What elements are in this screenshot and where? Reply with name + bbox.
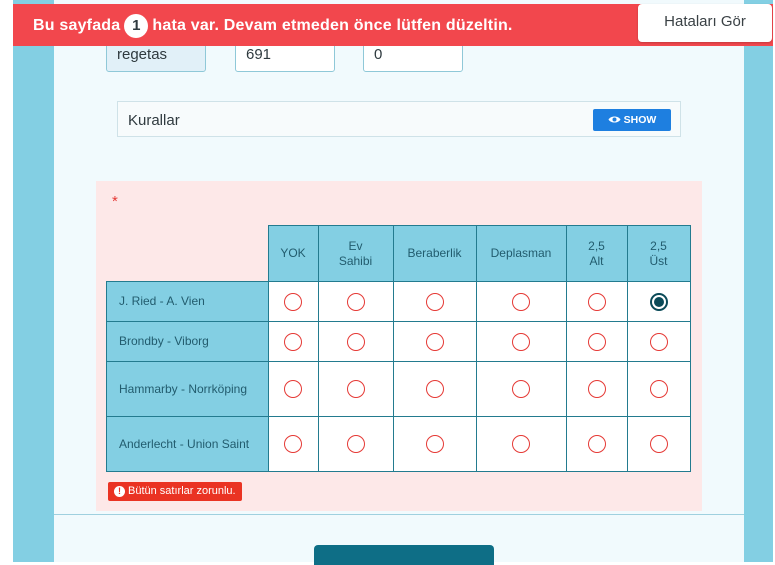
section-divider xyxy=(54,514,744,515)
error-count-badge: 1 xyxy=(124,14,149,38)
matrix-cell[interactable] xyxy=(565,416,628,472)
column-header: 2,5 Alt xyxy=(565,225,628,282)
matrix-cell[interactable] xyxy=(392,281,477,322)
matrix-cell[interactable] xyxy=(267,416,319,472)
matrix-corner xyxy=(107,226,269,282)
column-header: 2,5 Üst xyxy=(626,225,691,282)
matrix-row-label: Brondby - Viborg xyxy=(106,321,269,362)
matrix-row-label: J. Ried - A. Vien xyxy=(106,281,269,322)
column-header: Ev Sahibi xyxy=(317,225,394,282)
matrix-row-label: Hammarby - Norrköping xyxy=(106,361,269,417)
show-rules-button[interactable]: SHOW xyxy=(593,109,671,131)
radio-unchecked[interactable] xyxy=(346,292,365,311)
matrix-cell[interactable] xyxy=(626,361,691,417)
error-icon: ! xyxy=(114,486,125,497)
matrix-cell[interactable] xyxy=(565,321,628,362)
radio-unchecked[interactable] xyxy=(284,332,302,351)
matrix-row: Hammarby - Norrköping xyxy=(106,361,691,417)
matrix-cell[interactable] xyxy=(267,361,319,417)
radio-unchecked[interactable] xyxy=(512,380,530,398)
matrix-cell[interactable] xyxy=(475,281,567,322)
column-header: Beraberlik xyxy=(392,225,477,282)
matrix-cell[interactable] xyxy=(317,416,394,472)
error-banner: Bu sayfada 1 hata var. Devam etmeden önc… xyxy=(13,4,773,46)
radio-unchecked[interactable] xyxy=(587,332,606,351)
radio-unchecked[interactable] xyxy=(425,332,444,351)
matrix-cell[interactable] xyxy=(475,416,567,472)
error-banner-text-after: hata var. Devam etmeden önce lütfen düze… xyxy=(152,17,513,34)
next-button[interactable] xyxy=(314,545,494,565)
rules-label: Kurallar xyxy=(128,112,180,129)
radio-unchecked[interactable] xyxy=(425,292,444,311)
matrix-cell[interactable] xyxy=(626,321,691,362)
show-rules-label: SHOW xyxy=(623,114,657,126)
matrix-cell[interactable] xyxy=(317,361,394,417)
matrix-row: Brondby - Viborg xyxy=(106,321,691,362)
matrix-cell[interactable] xyxy=(565,361,628,417)
matrix-question: * YOK Ev Sahibi Beraberlik Deplasman 2,5… xyxy=(96,181,702,511)
required-error-badge: ! Bütün satırlar zorunlu. xyxy=(108,482,242,501)
matrix-cell[interactable] xyxy=(267,321,319,362)
radio-unchecked[interactable] xyxy=(425,435,444,453)
matrix-cell[interactable] xyxy=(392,321,477,362)
matrix-cell[interactable] xyxy=(317,321,394,362)
radio-unchecked[interactable] xyxy=(346,380,365,398)
column-header: YOK xyxy=(267,225,319,282)
column-header: Deplasman xyxy=(475,225,567,282)
error-banner-message: Bu sayfada 1 hata var. Devam etmeden önc… xyxy=(33,14,513,38)
required-marker: * xyxy=(112,193,118,210)
radio-unchecked[interactable] xyxy=(512,292,530,311)
matrix-cell[interactable] xyxy=(475,361,567,417)
eye-icon xyxy=(608,116,621,123)
matrix-cell[interactable] xyxy=(626,281,691,322)
radio-unchecked[interactable] xyxy=(587,380,606,398)
matrix-table: YOK Ev Sahibi Beraberlik Deplasman 2,5 A… xyxy=(106,225,691,472)
matrix-header-row: YOK Ev Sahibi Beraberlik Deplasman 2,5 A… xyxy=(107,225,691,282)
radio-unchecked[interactable] xyxy=(512,435,530,453)
radio-unchecked[interactable] xyxy=(346,332,365,351)
radio-unchecked[interactable] xyxy=(649,380,668,398)
matrix-row: J. Ried - A. Vien xyxy=(106,281,691,322)
radio-unchecked[interactable] xyxy=(284,292,302,311)
matrix-cell[interactable] xyxy=(317,281,394,322)
matrix-cell[interactable] xyxy=(267,281,319,322)
radio-unchecked[interactable] xyxy=(284,435,302,453)
matrix-cell[interactable] xyxy=(392,361,477,417)
matrix-cell[interactable] xyxy=(565,281,628,322)
radio-unchecked[interactable] xyxy=(284,380,302,398)
matrix-row-label: Anderlecht - Union Saint xyxy=(106,416,269,472)
radio-checked[interactable] xyxy=(649,292,668,311)
radio-unchecked[interactable] xyxy=(649,332,668,351)
radio-unchecked[interactable] xyxy=(649,435,668,453)
matrix-cell[interactable] xyxy=(475,321,567,362)
radio-unchecked[interactable] xyxy=(587,435,606,453)
radio-unchecked[interactable] xyxy=(587,292,606,311)
matrix-cell[interactable] xyxy=(626,416,691,472)
matrix-row: Anderlecht - Union Saint xyxy=(106,416,691,472)
matrix-cell[interactable] xyxy=(392,416,477,472)
error-banner-text-before: Bu sayfada xyxy=(33,17,121,34)
radio-unchecked[interactable] xyxy=(425,380,444,398)
radio-unchecked[interactable] xyxy=(512,332,530,351)
required-error-text: Bütün satırlar zorunlu. xyxy=(128,485,236,497)
rules-panel: Kurallar SHOW xyxy=(117,101,681,137)
see-errors-button[interactable]: Hataları Gör xyxy=(638,4,772,42)
radio-unchecked[interactable] xyxy=(346,435,365,453)
